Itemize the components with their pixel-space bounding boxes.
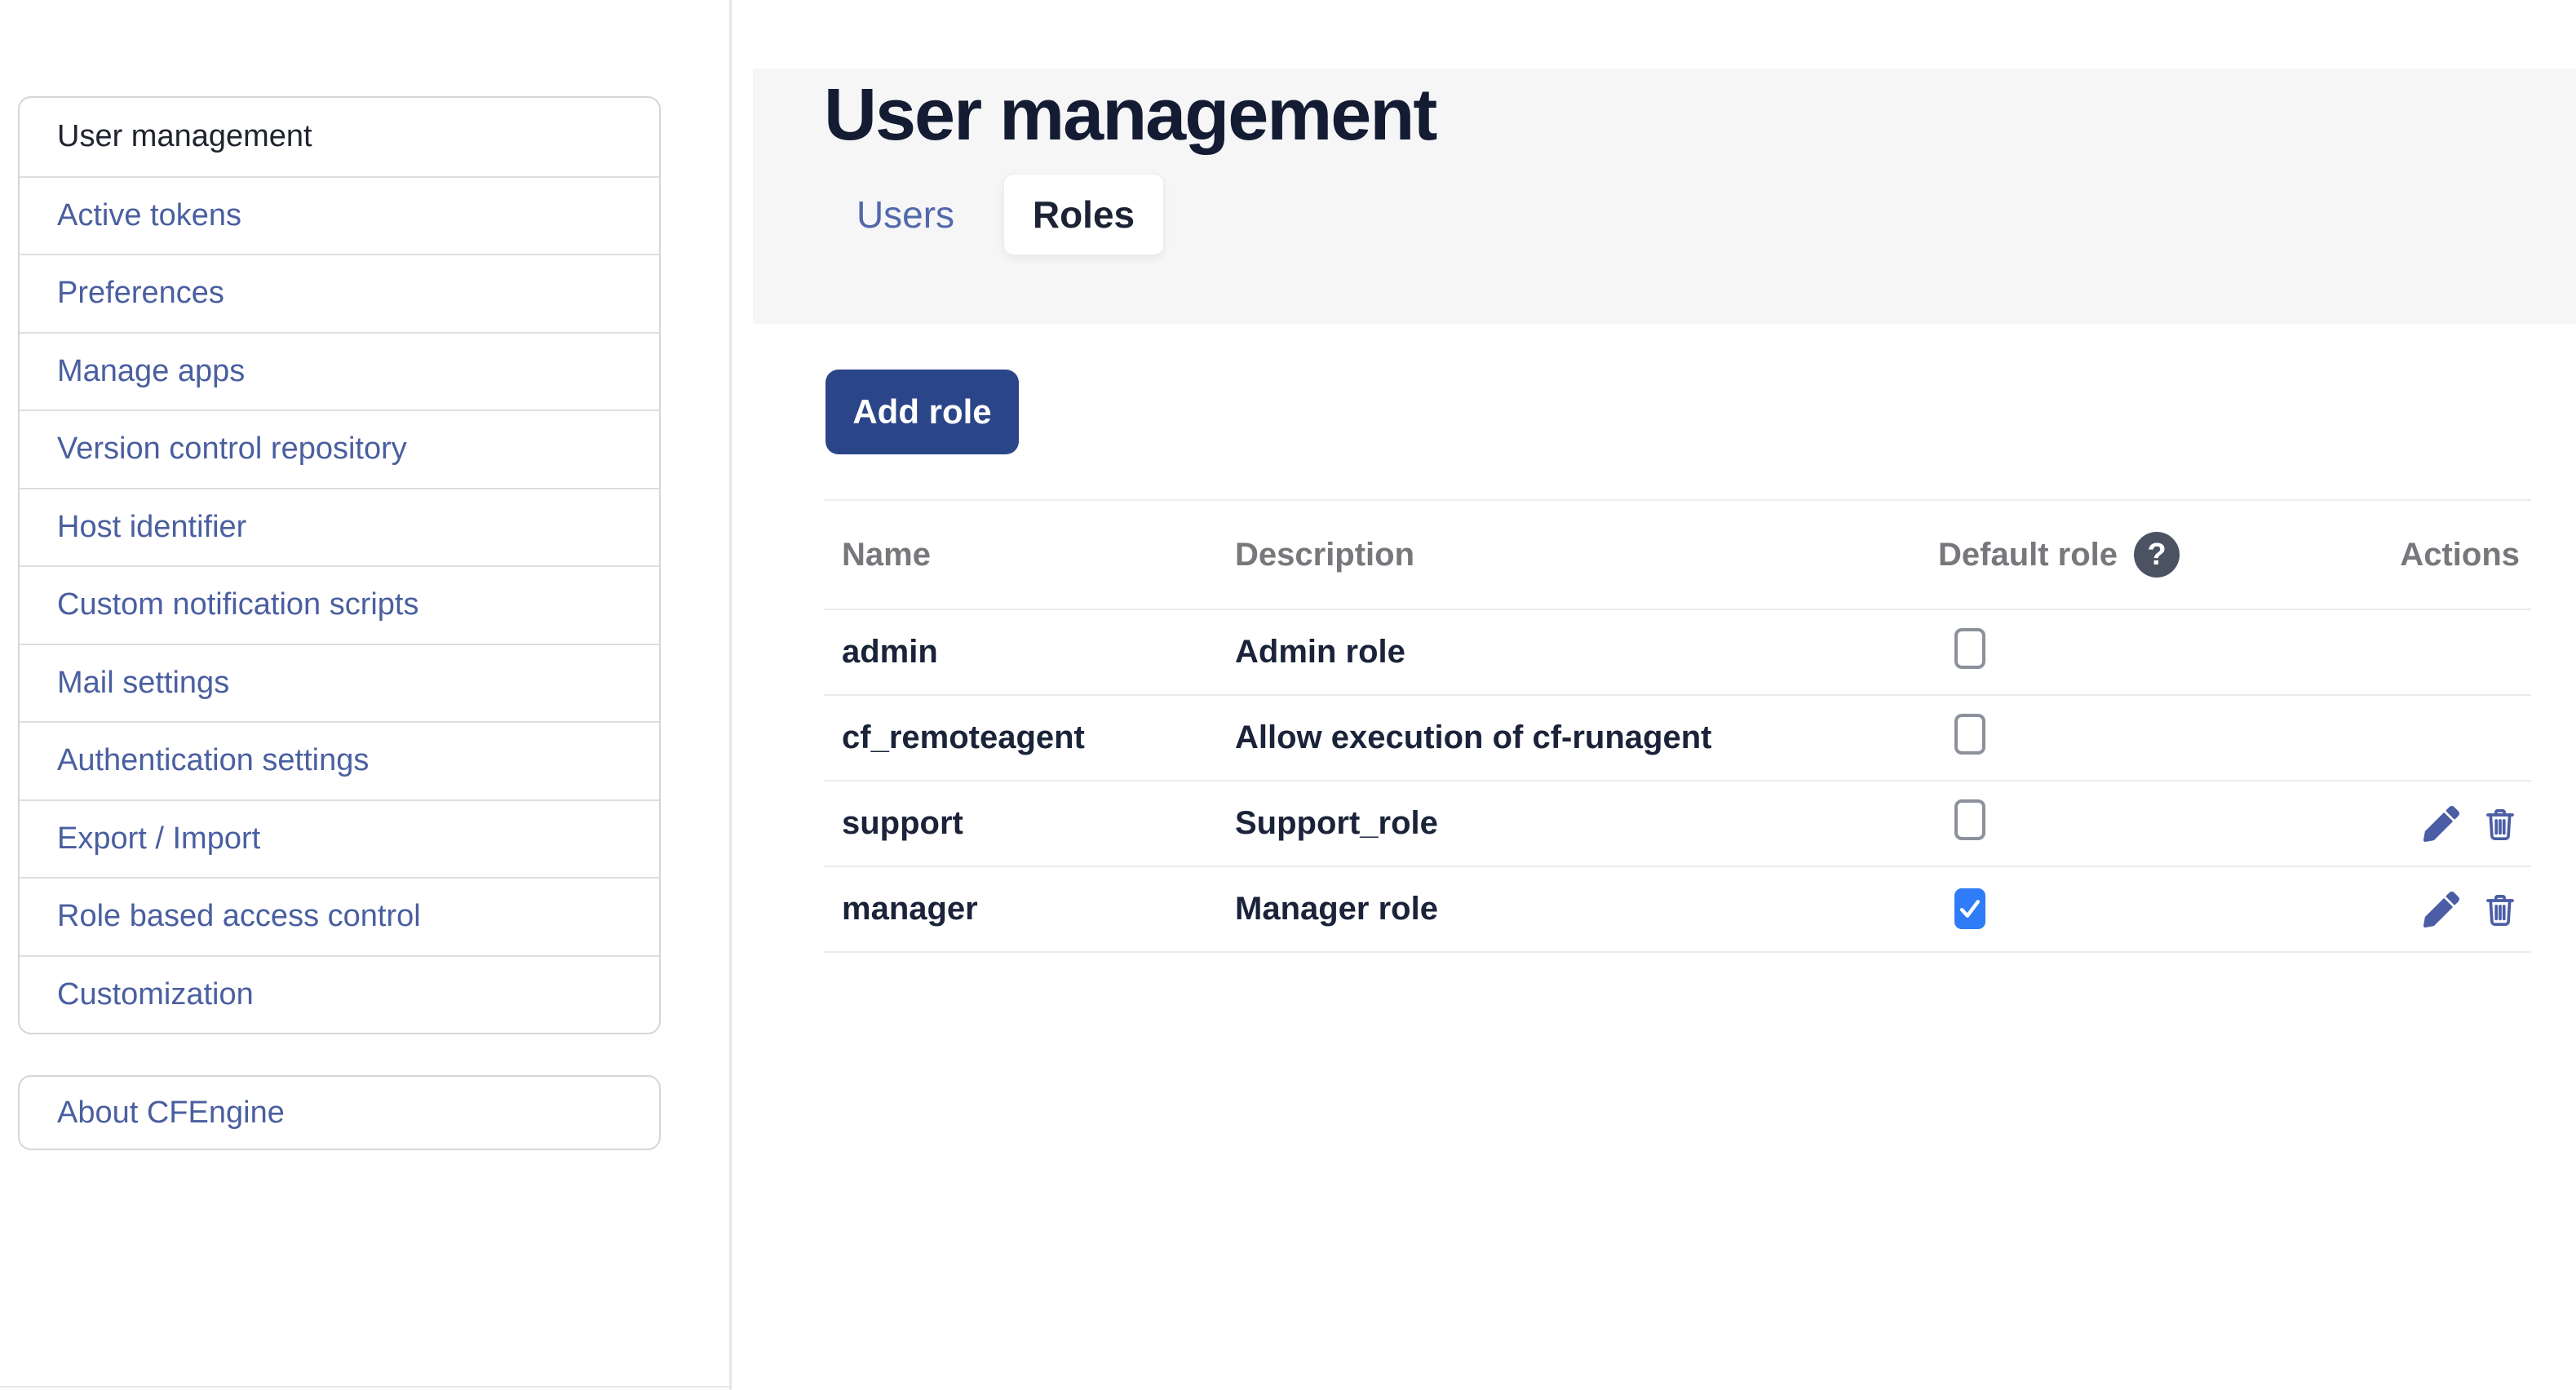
sidebar-item-active-tokens[interactable]: Active tokens xyxy=(20,176,659,255)
table-row: cf_remoteagent Allow execution of cf-run… xyxy=(824,696,2531,781)
sidebar-item-mail-settings[interactable]: Mail settings xyxy=(20,644,659,722)
pencil-icon xyxy=(2423,806,2459,842)
sidebar-item-host-identifier[interactable]: Host identifier xyxy=(20,488,659,566)
about-card: About CFEngine xyxy=(18,1075,661,1150)
role-description: Allow execution of cf-runagent xyxy=(1235,719,1938,756)
roles-table: Name Description Default role ? Actions … xyxy=(824,499,2531,953)
sidebar-item-custom-notification-scripts[interactable]: Custom notification scripts xyxy=(20,565,659,644)
edit-role-icon[interactable] xyxy=(2423,806,2459,842)
column-header-description: Description xyxy=(1235,537,1938,573)
role-description: Admin role xyxy=(1235,634,1938,671)
role-name: admin xyxy=(824,634,1235,671)
edit-role-icon[interactable] xyxy=(2423,892,2459,927)
default-role-checkbox[interactable] xyxy=(1954,799,1985,840)
sidebar-item-export-import[interactable]: Export / Import xyxy=(20,799,659,878)
column-header-actions: Actions xyxy=(2411,537,2531,573)
add-role-button[interactable]: Add role xyxy=(825,370,1019,454)
tab-bar: Users Roles xyxy=(824,174,1164,255)
viewport-bottom-edge xyxy=(0,1386,729,1388)
sidebar-item-customization[interactable]: Customization xyxy=(20,955,659,1034)
default-role-checkbox[interactable] xyxy=(1954,714,1985,755)
column-header-default-role-label: Default role xyxy=(1938,537,2118,573)
sidebar-item-manage-apps[interactable]: Manage apps xyxy=(20,332,659,410)
table-body: admin Admin role xyxy=(824,610,2531,953)
table-header-row: Name Description Default role ? Actions xyxy=(824,499,2531,610)
delete-role-icon[interactable] xyxy=(2482,892,2518,927)
trash-icon xyxy=(2482,892,2518,927)
trash-icon xyxy=(2482,806,2518,842)
tab-users[interactable]: Users xyxy=(824,174,987,255)
tab-roles[interactable]: Roles xyxy=(1003,174,1164,255)
role-description: Support_role xyxy=(1235,805,1938,842)
checkmark-icon xyxy=(1958,896,1982,922)
column-header-name: Name xyxy=(824,537,1235,573)
settings-nav: User managementActive tokensPreferencesM… xyxy=(18,96,661,1034)
default-role-cell xyxy=(1938,888,2411,930)
role-description: Manager role xyxy=(1235,891,1938,927)
sidebar-item-authentication-settings[interactable]: Authentication settings xyxy=(20,721,659,799)
default-role-checkbox[interactable] xyxy=(1954,888,1985,929)
delete-role-icon[interactable] xyxy=(2482,806,2518,842)
role-name: support xyxy=(824,805,1235,842)
page-header: User management Users Roles xyxy=(753,69,2576,324)
sidebar-item-role-based-access-control[interactable]: Role based access control xyxy=(20,877,659,955)
column-header-default-role: Default role ? xyxy=(1938,532,2411,578)
sidebar-item-preferences[interactable]: Preferences xyxy=(20,254,659,332)
actions-cell xyxy=(2411,806,2531,842)
default-role-cell xyxy=(1938,799,2411,848)
help-icon[interactable]: ? xyxy=(2134,532,2180,578)
pencil-icon xyxy=(2423,892,2459,927)
sidebar-item-user-management[interactable]: User management xyxy=(20,98,659,176)
role-name: manager xyxy=(824,891,1235,927)
table-row: support Support_role xyxy=(824,781,2531,867)
sidebar-item-version-control-repository[interactable]: Version control repository xyxy=(20,409,659,488)
table-row: manager Manager role xyxy=(824,867,2531,953)
sidebar-item-about-cfengine[interactable]: About CFEngine xyxy=(20,1077,659,1149)
role-name: cf_remoteagent xyxy=(824,719,1235,756)
page-title: User management xyxy=(824,73,1436,157)
actions-cell xyxy=(2411,892,2531,927)
default-role-cell xyxy=(1938,628,2411,677)
table-row: admin Admin role xyxy=(824,610,2531,696)
default-role-cell xyxy=(1938,714,2411,763)
panel-divider xyxy=(729,0,732,1390)
default-role-checkbox[interactable] xyxy=(1954,628,1985,669)
